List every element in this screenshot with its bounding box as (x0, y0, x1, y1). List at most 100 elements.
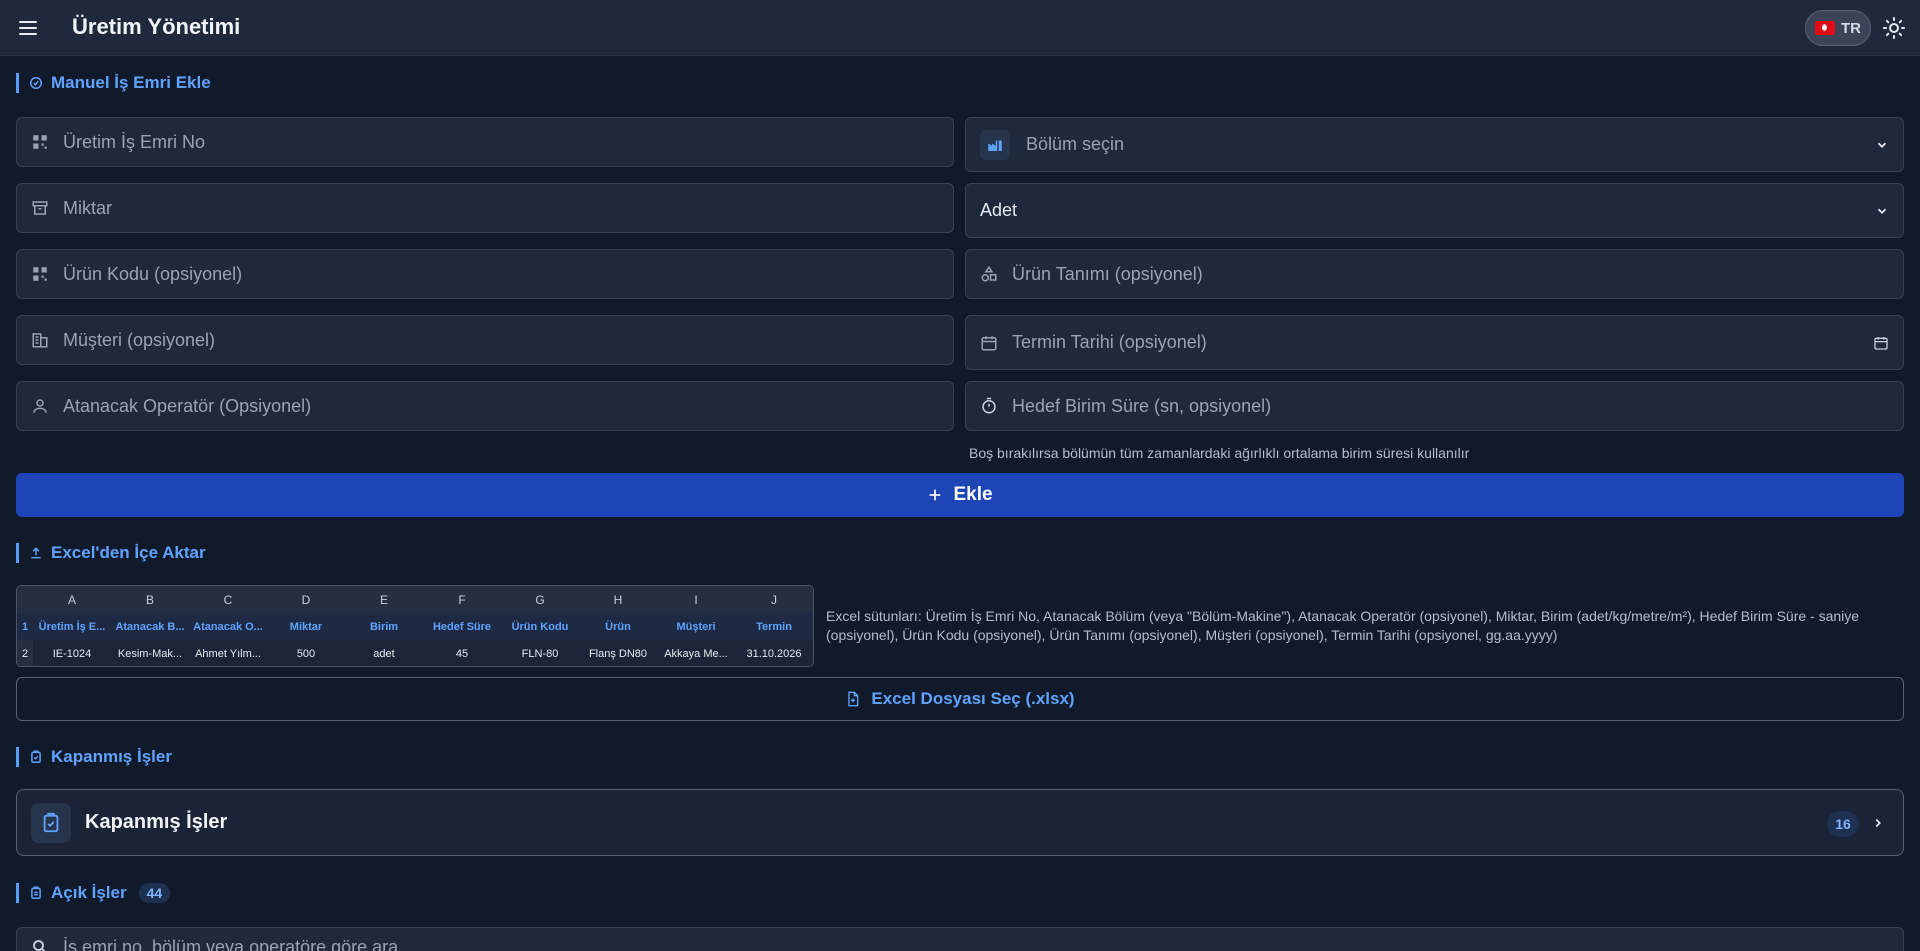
column-letter: E (345, 586, 423, 613)
due-date-input[interactable] (1012, 332, 1797, 353)
row-number: 2 (17, 640, 33, 666)
quantity-field[interactable] (16, 183, 954, 233)
header-cell: Atanacak O... (189, 613, 267, 640)
add-button[interactable]: Ekle (16, 473, 1904, 517)
corner-cell (17, 586, 33, 613)
operator-input[interactable] (63, 395, 847, 417)
table-cell: 45 (455, 647, 469, 660)
flag-tr-icon (1815, 21, 1835, 35)
table-cell: 500 (296, 647, 316, 660)
row-number: 1 (17, 613, 33, 640)
column-letter: B (111, 586, 189, 613)
column-letter: I (657, 586, 735, 613)
operator-field[interactable] (16, 381, 954, 431)
table-cell: adet (373, 647, 395, 660)
table-cell: Kesim-Mak... (117, 647, 183, 660)
calendar-icon (980, 334, 998, 352)
clipboard-check-icon (31, 802, 71, 843)
target-time-input[interactable] (1012, 395, 1797, 417)
check-circle-icon (30, 77, 42, 89)
column-letter: F (423, 586, 501, 613)
excel-columns-description: Excel sütunları: Üretim İş Emri No, Atan… (826, 608, 1860, 643)
unit-value: Adet (980, 200, 1018, 220)
product-code-input[interactable] (63, 263, 847, 285)
header-cell: Atanacak B... (111, 613, 189, 640)
target-time-hint: Boş bırakılırsa bölümün tüm zamanlardaki… (969, 445, 1470, 461)
work-order-field[interactable] (16, 117, 954, 167)
section-title-label: Manuel İş Emri Ekle (51, 73, 211, 92)
excel-file-button-label: Excel Dosyası Seç (.xlsx) (871, 689, 1075, 708)
building-icon (31, 331, 49, 349)
file-icon (848, 691, 859, 707)
qr-code-icon (31, 265, 49, 283)
closed-jobs-card[interactable]: Kapanmış İşler 16 (16, 789, 1904, 856)
archive-icon (31, 199, 49, 217)
header-cell: Miktar (267, 613, 345, 640)
header-cell: Hedef Süre (423, 613, 501, 640)
clipboard-check-icon (31, 750, 41, 763)
closed-jobs-label: Kapanmış İşler (85, 811, 228, 833)
shapes-icon (980, 265, 998, 283)
chevron-down-icon (1877, 142, 1887, 148)
person-icon (31, 397, 49, 415)
section-title-open: Açık İşler 44 (16, 883, 171, 903)
factory-icon (980, 129, 1010, 160)
product-description-input[interactable] (1012, 263, 1797, 285)
header-cell: Müşteri (657, 613, 735, 640)
search-icon (33, 940, 46, 951)
product-description-field[interactable] (965, 249, 1904, 299)
chevron-down-icon (1877, 208, 1887, 214)
customer-input[interactable] (63, 329, 847, 351)
department-select[interactable]: Bölüm seçin (965, 117, 1904, 172)
section-title-label: Açık İşler (51, 883, 127, 902)
target-time-field[interactable] (965, 381, 1904, 431)
section-title-label: Excel'den İçe Aktar (51, 543, 206, 562)
chevron-right-icon (1875, 818, 1881, 828)
app-title: Üretim Yönetimi (72, 14, 241, 39)
sun-icon[interactable] (1882, 16, 1906, 40)
table-cell: FLN-80 (521, 647, 559, 660)
language-label: TR (1841, 19, 1861, 37)
table-row: 2 IE-1024 Kesim-Mak... Ahmet Yılm... 500… (17, 640, 813, 666)
menu-icon[interactable] (16, 16, 40, 40)
clipboard-icon (31, 886, 41, 899)
language-button[interactable]: TR (1805, 10, 1871, 46)
upload-icon (31, 547, 41, 559)
search-input[interactable] (63, 936, 1748, 951)
column-letter: C (189, 586, 267, 613)
open-jobs-search[interactable] (16, 927, 1904, 951)
qr-code-icon (31, 133, 49, 151)
column-letter: J (735, 586, 813, 613)
table-cell: Akkaya Me... (664, 647, 728, 660)
column-letter: D (267, 586, 345, 613)
table-row: 1 Üretim İş E... Atanacak B... Atanacak … (17, 613, 813, 640)
open-jobs-count-badge: 44 (138, 883, 171, 903)
customer-field[interactable] (16, 315, 954, 365)
calendar-picker-icon[interactable] (1873, 335, 1889, 351)
table-cell: Ahmet Yılm... (195, 647, 261, 660)
work-order-input[interactable] (63, 131, 847, 153)
excel-preview-table: A B C D E F G H I J 1 Üretim İş E... Ata… (16, 585, 814, 667)
section-title-excel: Excel'den İçe Aktar (16, 543, 206, 563)
add-button-label: Ekle (953, 484, 993, 505)
due-date-field[interactable] (965, 315, 1904, 370)
top-app-bar: Üretim Yönetimi TR (0, 0, 1920, 56)
quantity-input[interactable] (63, 197, 847, 219)
column-letter: H (579, 586, 657, 613)
table-cell: 31.10.2026 (746, 647, 802, 660)
table-cell: IE-1024 (52, 647, 92, 660)
timer-icon (980, 397, 998, 415)
closed-jobs-count-badge: 16 (1827, 811, 1859, 837)
column-letter: G (501, 586, 579, 613)
product-code-field[interactable] (16, 249, 954, 299)
column-letter: A (33, 586, 111, 613)
department-placeholder: Bölüm seçin (1026, 134, 1125, 154)
plus-icon (930, 489, 941, 501)
header-cell: Üretim İş E... (33, 613, 111, 640)
section-title-manual: Manuel İş Emri Ekle (16, 73, 211, 93)
header-cell: Birim (345, 613, 423, 640)
header-cell: Ürün Kodu (501, 613, 579, 640)
section-title-label: Kapanmış İşler (51, 747, 172, 766)
unit-select[interactable]: Adet (965, 183, 1904, 238)
excel-file-button[interactable]: Excel Dosyası Seç (.xlsx) (16, 677, 1904, 721)
